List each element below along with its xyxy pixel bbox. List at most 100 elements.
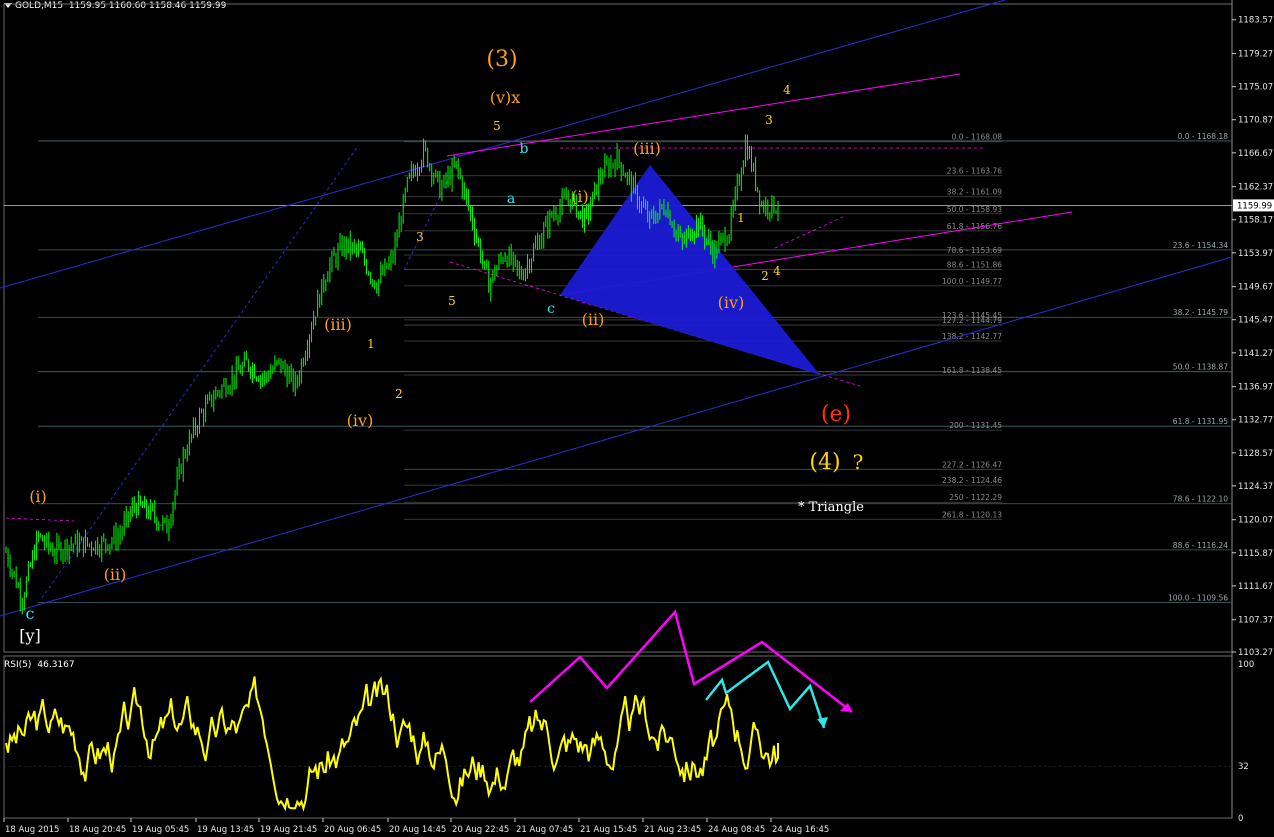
- rsi-level-label: 100: [1238, 660, 1254, 670]
- wave-label: (4): [809, 450, 840, 475]
- fib-right-label: 50.0 - 1138.87: [1173, 363, 1228, 372]
- time-tick-label: 20 Aug 22:45: [452, 825, 509, 835]
- time-tick-label: 24 Aug 16:45: [772, 825, 829, 835]
- wave-label: a: [507, 191, 515, 207]
- price-tick-label: 1145.47: [1238, 316, 1273, 326]
- wave-label: (ii): [582, 310, 605, 329]
- wave-label: 4: [783, 83, 791, 97]
- wave-label: 4: [773, 264, 781, 278]
- time-tick-label: 20 Aug 14:45: [389, 825, 446, 835]
- fib-mid-label: 78.6 - 1153.69: [947, 246, 1002, 255]
- price-tick-label: 1149.67: [1238, 283, 1273, 293]
- time-tick-label: 21 Aug 07:45: [516, 825, 573, 835]
- price-tick-label: 1107.37: [1238, 616, 1273, 626]
- fib-right-label: 88.6 - 1116.24: [1173, 541, 1228, 550]
- magenta-dashed-start: [5, 517, 75, 522]
- fib-mid-label: 100.0 - 1149.77: [942, 277, 1002, 286]
- wave-label: (e): [821, 402, 851, 427]
- wave-label: 5: [493, 119, 501, 133]
- price-tick-label: 1103.27: [1238, 648, 1273, 658]
- wave-label: b: [520, 141, 529, 157]
- fib-mid-label: 261.8 - 1120.13: [942, 510, 1002, 519]
- fib-right-label: 100.0 - 1109.56: [1168, 593, 1228, 602]
- wave-label: ?: [853, 450, 864, 474]
- price-tick-label: 1170.87: [1238, 116, 1273, 126]
- wave-label: 3: [416, 230, 424, 244]
- fib-mid-label: 200 - 1131.45: [949, 421, 1002, 430]
- price-tick-label: 1124.37: [1238, 482, 1273, 492]
- price-tick-label: 1136.97: [1238, 383, 1273, 393]
- fib-mid-label: 38.2 - 1161.09: [947, 188, 1002, 197]
- wave-label: 2: [761, 269, 769, 283]
- rsi-level-label: 32: [1238, 762, 1249, 772]
- current-price-label: 1159.99: [1237, 201, 1272, 211]
- rsi-value: 46.3167: [37, 660, 75, 670]
- time-tick-label: 19 Aug 13:45: [197, 825, 254, 835]
- wave-label: 2: [395, 387, 403, 401]
- wave-label: (3): [486, 47, 517, 72]
- fib-mid-label: 0.0 - 1168.08: [952, 133, 1003, 142]
- wave-label: (iii): [324, 315, 352, 334]
- rsi-label: RSI(5): [4, 660, 32, 670]
- time-tick-label: 18 Aug 2015: [5, 825, 59, 835]
- wave-label: c: [547, 301, 555, 317]
- wave-label: c: [26, 604, 35, 623]
- time-tick-label: 24 Aug 08:45: [708, 825, 765, 835]
- time-tick-label: 19 Aug 05:45: [132, 825, 189, 835]
- wave-label: (v)x: [490, 88, 521, 107]
- price-tick-label: 1111.67: [1238, 582, 1273, 592]
- price-tick-label: 1120.07: [1238, 516, 1273, 526]
- rsi-cyan-path: [705, 660, 826, 729]
- price-chart[interactable]: 0.0 - 1168.18 23.6 - 1154.34 38.2 - 1145.7…: [0, 0, 1274, 837]
- price-tick-label: 1175.07: [1238, 83, 1273, 93]
- fib-mid-label: 88.6 - 1151.86: [947, 260, 1002, 269]
- fib-mid-label: 227.2 - 1126.47: [942, 460, 1002, 469]
- price-tick-label: 1153.97: [1238, 249, 1273, 259]
- magenta-dashed-end: [774, 215, 846, 249]
- fib-right-label: 23.6 - 1154.34: [1173, 241, 1228, 250]
- price-tick-label: 1183.57: [1238, 16, 1273, 26]
- price-tick-label: 1115.87: [1238, 549, 1273, 559]
- wave-label: 1: [737, 211, 745, 225]
- rsi-magenta-path: [529, 609, 853, 713]
- rsi-level-label: 0: [1238, 814, 1243, 824]
- fib-mid-label: 50.0 - 1158.93: [947, 205, 1002, 214]
- wave-label: * Triangle: [798, 500, 864, 515]
- fib-right-label: 78.6 - 1122.10: [1173, 495, 1228, 504]
- price-tick-label: 1166.67: [1238, 149, 1273, 159]
- fib-mid-label: 138.2 - 1142.77: [942, 332, 1002, 341]
- main-frame: [3, 3, 1233, 653]
- time-tick-label: 20 Aug 06:45: [324, 825, 381, 835]
- rsi-header: RSI(5) 46.3167: [4, 660, 81, 670]
- time-tick-label: 21 Aug 15:45: [580, 825, 637, 835]
- wave-label: (i): [29, 487, 47, 506]
- price-tick-label: 1158.17: [1238, 216, 1273, 226]
- wave-label: [y]: [19, 626, 41, 645]
- rsi-line: [5, 676, 779, 812]
- wave-label: (ii): [104, 565, 127, 584]
- fib-mid-label: 127.2 - 1144.79: [942, 316, 1002, 325]
- wave-label: (i): [571, 187, 589, 206]
- price-tick-label: 1128.57: [1238, 449, 1273, 459]
- price-tick-label: 1179.27: [1238, 50, 1273, 60]
- price-tick-label: 1141.27: [1238, 349, 1273, 359]
- wave-label: 5: [448, 294, 456, 308]
- fib-right-label: 0.0 - 1168.18: [1178, 132, 1229, 141]
- fib-right-label: 61.8 - 1131.95: [1173, 417, 1228, 426]
- wave-label: (iii): [633, 139, 661, 158]
- upper-channel-line: [0, 0, 1006, 289]
- wave-label: 3: [765, 113, 773, 127]
- wave-label: (iv): [718, 293, 745, 312]
- fib-mid-label: 61.8 - 1156.76: [947, 222, 1002, 231]
- wave-label: (iv): [347, 411, 374, 430]
- fib-mid-label: 250 - 1122.29: [949, 493, 1002, 502]
- price-tick-label: 1162.37: [1238, 183, 1273, 193]
- fib-mid-label: 23.6 - 1163.76: [947, 167, 1002, 176]
- time-tick-label: 21 Aug 23:45: [644, 825, 701, 835]
- fib-right-label: 38.2 - 1145.79: [1173, 308, 1228, 317]
- time-tick-label: 18 Aug 20:45: [69, 825, 126, 835]
- fib-mid-label: 238.2 - 1124.46: [942, 476, 1002, 485]
- price-tick-label: 1132.77: [1238, 416, 1273, 426]
- wave-label: 1: [367, 337, 375, 351]
- fib-mid-label: 161.8 - 1138.45: [942, 366, 1002, 375]
